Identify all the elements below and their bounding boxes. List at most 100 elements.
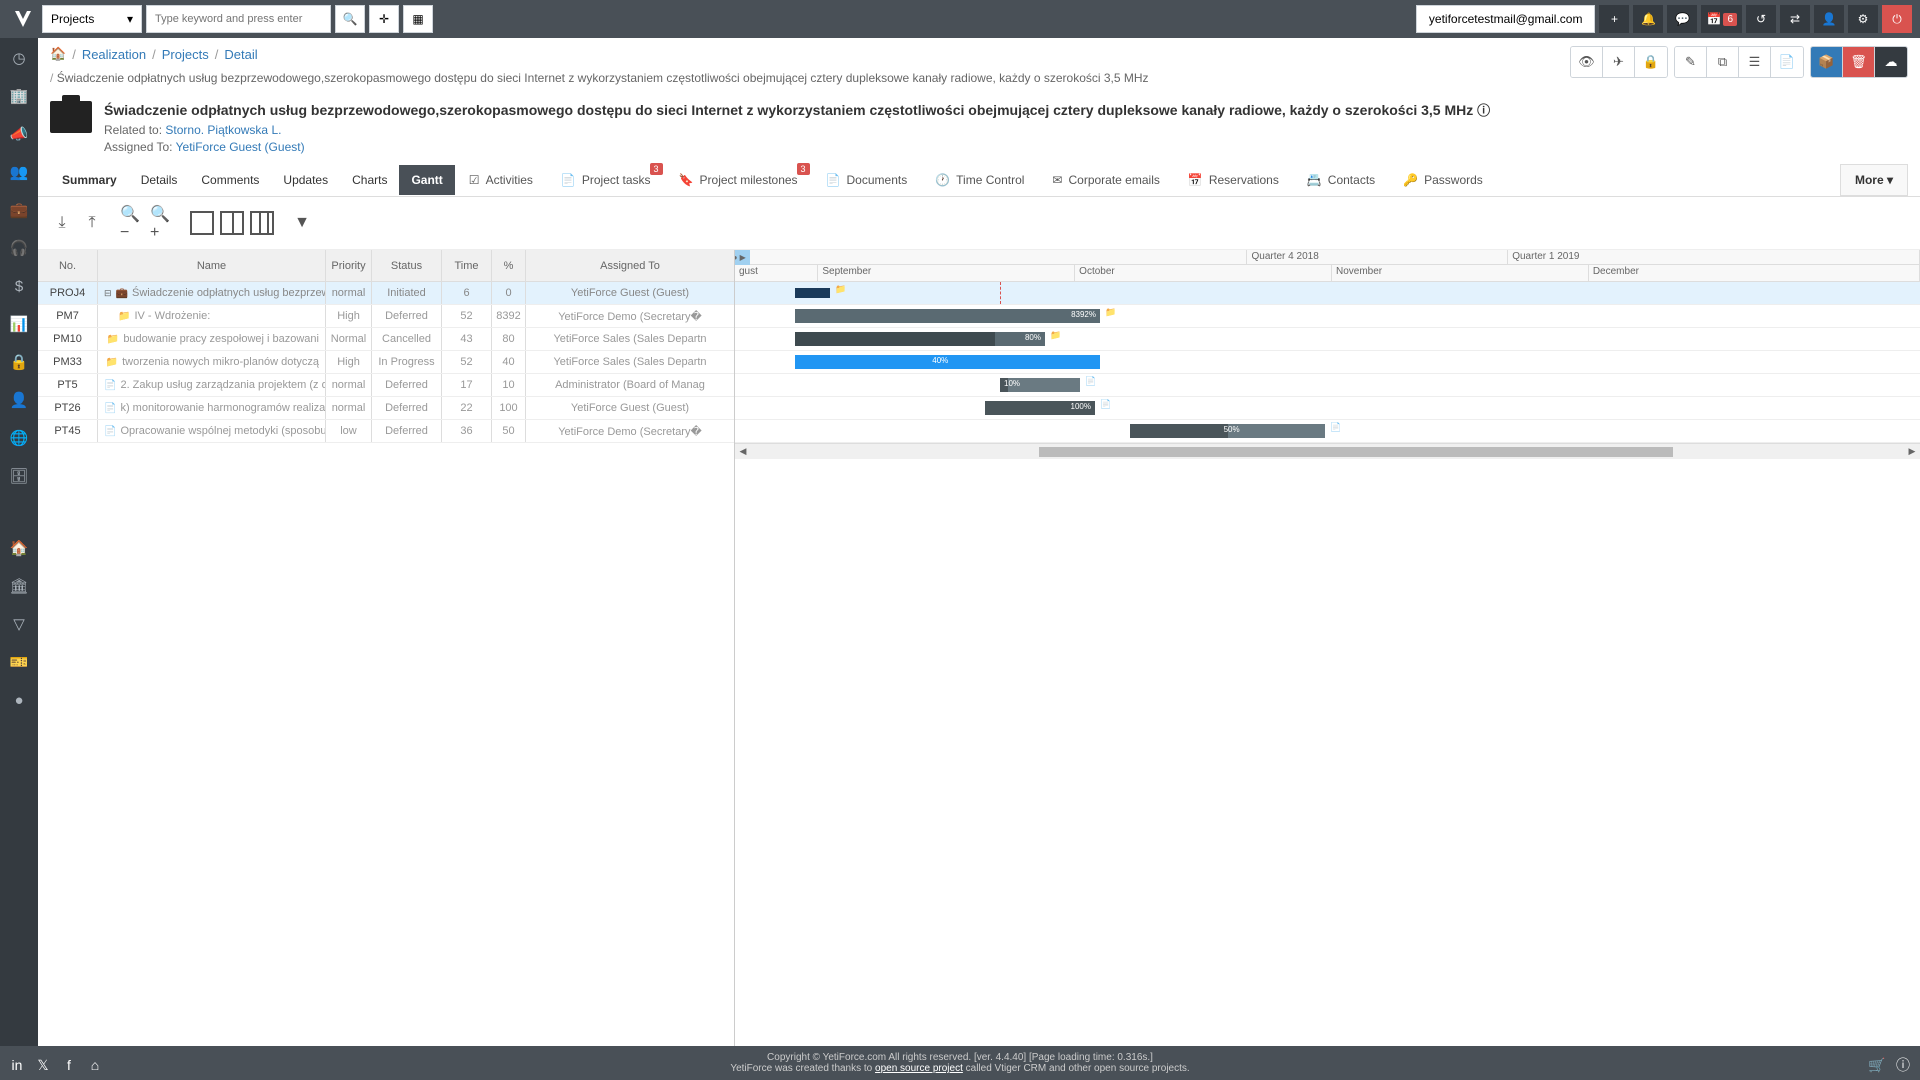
search-button[interactable]: 🔍 — [335, 5, 365, 33]
reltab-project-tasks[interactable]: 📄Project tasks3 — [547, 165, 665, 195]
reltab-time-control[interactable]: 🕐Time Control — [921, 165, 1038, 195]
sidebar-secretary[interactable]: 🌐 — [7, 426, 31, 450]
github-icon[interactable]: ⌂ — [86, 1056, 104, 1074]
col-assigned[interactable]: Assigned To — [526, 250, 734, 281]
lock-button[interactable]: 🔒 — [1635, 47, 1667, 77]
scroll-right-button[interactable]: ▶ — [1904, 444, 1920, 460]
assigned-to-link[interactable]: YetiForce Guest (Guest) — [176, 140, 305, 154]
sidebar-database[interactable]: 🗄 — [7, 464, 31, 488]
filter-button[interactable]: ▼ — [290, 211, 314, 235]
settings-button[interactable]: ⚙ — [1848, 5, 1878, 33]
chat-button[interactable]: 💬 — [1667, 5, 1697, 33]
breadcrumb-detail[interactable]: Detail — [224, 47, 257, 62]
exchange-button[interactable]: ⇄ — [1780, 5, 1810, 33]
search-input[interactable] — [146, 5, 331, 33]
calendar-button[interactable]: 📅6 — [1701, 5, 1742, 33]
send-button[interactable]: ✈ — [1603, 47, 1635, 77]
notifications-button[interactable]: 🔔 — [1633, 5, 1663, 33]
info-icon[interactable]: ⓘ — [1477, 103, 1490, 118]
scroll-thumb[interactable] — [1039, 447, 1673, 457]
task-bar[interactable]: 100% — [985, 401, 1095, 415]
col-status[interactable]: Status — [372, 250, 442, 281]
sidebar-sales[interactable]: 💼 — [7, 198, 31, 222]
archive-button[interactable]: 📦 — [1811, 47, 1843, 77]
user-email[interactable]: yetiforcetestmail@gmail.com — [1416, 5, 1596, 33]
facebook-icon[interactable]: f — [60, 1056, 78, 1074]
sidebar-support[interactable]: 🎧 — [7, 236, 31, 260]
sidebar-companies[interactable]: 🏢 — [7, 84, 31, 108]
col-name[interactable]: Name — [98, 250, 326, 281]
breadcrumb-projects[interactable]: Projects — [162, 47, 209, 62]
user-button[interactable]: 👤 — [1814, 5, 1844, 33]
watch-button[interactable]: 👁 — [1571, 47, 1603, 77]
reltab-contacts[interactable]: 📇Contacts — [1293, 165, 1389, 195]
table-row[interactable]: PT5📄2. Zakup usług zarządzania projektem… — [38, 374, 734, 397]
tab-summary[interactable]: Summary — [50, 165, 129, 195]
collapse-all-button[interactable]: ⤒ — [80, 211, 104, 235]
edit-button[interactable]: ✎ — [1675, 47, 1707, 77]
sidebar-filter[interactable]: ▽ — [7, 612, 31, 636]
table-row[interactable]: PT45📄Opracowanie wspólnej metodyki (spos… — [38, 420, 734, 443]
zoom-out-button[interactable]: 🔍− — [120, 211, 144, 235]
quick-create-button[interactable]: + — [1599, 5, 1629, 33]
table-row[interactable]: PT26📄k) monitorowanie harmonogramów real… — [38, 397, 734, 420]
tab-comments[interactable]: Comments — [189, 165, 271, 195]
export-button[interactable]: 📄 — [1771, 47, 1803, 77]
grid-view-button[interactable]: ▦ — [403, 5, 433, 33]
sidebar-finance[interactable]: $ — [7, 274, 31, 298]
task-bar[interactable]: 10% — [1000, 378, 1080, 392]
sidebar-hr[interactable]: 👤 — [7, 388, 31, 412]
col-time[interactable]: Time — [442, 250, 492, 281]
reltab-reservations[interactable]: 📅Reservations — [1174, 165, 1293, 195]
sidebar-marketing[interactable]: 📣 — [7, 122, 31, 146]
table-row[interactable]: PM33📁tworzenia nowych mikro-planów dotyc… — [38, 351, 734, 374]
reltab-corporate-emails[interactable]: ✉Corporate emails — [1038, 165, 1173, 195]
expand-all-button[interactable]: ⤓ — [50, 211, 74, 235]
table-row[interactable]: PM7📁IV - Wdrożenie:HighDeferred528392Yet… — [38, 305, 734, 328]
linkedin-icon[interactable]: in — [8, 1056, 26, 1074]
tab-details[interactable]: Details — [129, 165, 190, 195]
logout-button[interactable]: ⏻ — [1882, 5, 1912, 33]
collapse-icon[interactable]: ⊟ — [104, 288, 112, 299]
timeline-hscroll[interactable]: ◀ ▶ — [735, 443, 1920, 459]
sidebar-profile[interactable]: ● — [7, 688, 31, 712]
view-third-button[interactable] — [250, 211, 274, 235]
duplicate-button[interactable]: ⧉ — [1707, 47, 1739, 77]
sidebar-home[interactable]: 🏠 — [7, 536, 31, 560]
advanced-search-button[interactable]: ✛ — [369, 5, 399, 33]
open-source-link[interactable]: open source project — [875, 1063, 963, 1074]
home-icon[interactable]: 🏠 — [50, 46, 66, 62]
table-row[interactable]: PROJ4⊟💼Świadczenie odpłatnych usług bezp… — [38, 282, 734, 305]
milestone-bar[interactable]: 80% — [795, 332, 1045, 346]
sidebar-realization[interactable]: 📊 — [7, 312, 31, 336]
breadcrumb-realization[interactable]: Realization — [82, 47, 146, 62]
reltab-documents[interactable]: 📄Documents — [812, 165, 922, 195]
history-button[interactable]: ↺ — [1746, 5, 1776, 33]
sidebar-office[interactable]: 🏛 — [7, 574, 31, 598]
sidebar-security[interactable]: 🔒 — [7, 350, 31, 374]
table-row[interactable]: PM10📁budowanie pracy zespołowej i bazowa… — [38, 328, 734, 351]
sidebar-leads[interactable]: 👥 — [7, 160, 31, 184]
sidebar-tickets[interactable]: 🎫 — [7, 650, 31, 674]
task-bar[interactable]: 50% — [1130, 424, 1325, 438]
delete-button[interactable]: 🗑 — [1843, 47, 1875, 77]
scroll-left-button[interactable]: ◀ — [735, 444, 751, 460]
module-selector[interactable]: Projects▾ — [42, 5, 142, 33]
tab-charts[interactable]: Charts — [340, 165, 399, 195]
info-icon[interactable]: ⓘ — [1894, 1056, 1912, 1074]
col-priority[interactable]: Priority — [326, 250, 372, 281]
milestone-bar[interactable]: 8392% — [795, 309, 1100, 323]
reltab-project-milestones[interactable]: 🔖Project milestones3 — [665, 165, 812, 195]
reltab-activities[interactable]: ☑Activities — [455, 165, 547, 195]
twitter-icon[interactable]: 𝕏 — [34, 1056, 52, 1074]
related-to-link[interactable]: Storno. Piątkowska L. — [165, 123, 281, 137]
tab-gantt[interactable]: Gantt — [399, 165, 454, 195]
tab-updates[interactable]: Updates — [271, 165, 340, 195]
list-button[interactable]: ☰ — [1739, 47, 1771, 77]
timeline-nav-handle[interactable]: ◀ ● ▶ — [735, 250, 750, 265]
sidebar-dashboard[interactable]: ◷ — [7, 46, 31, 70]
project-bar[interactable] — [795, 288, 830, 298]
col-no[interactable]: No. — [38, 250, 98, 281]
reltab-passwords[interactable]: 🔑Passwords — [1389, 165, 1497, 195]
view-single-button[interactable] — [190, 211, 214, 235]
